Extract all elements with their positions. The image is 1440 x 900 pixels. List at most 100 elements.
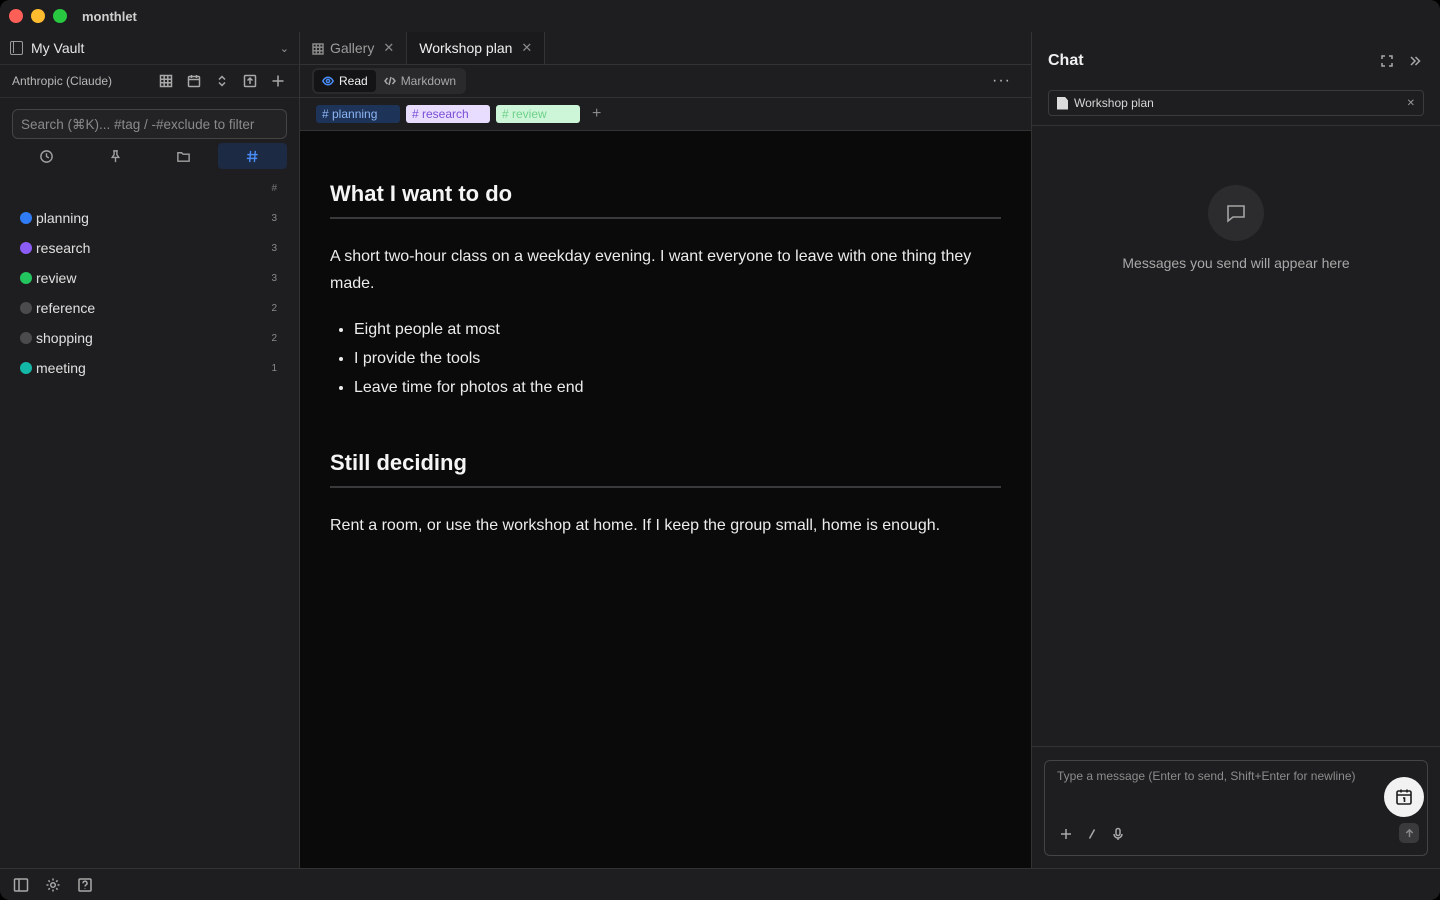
- vault-selector[interactable]: My Vault ⌄: [0, 32, 299, 64]
- minimize-window-button[interactable]: [31, 9, 45, 23]
- window-controls: [9, 9, 67, 23]
- sort-icon[interactable]: [213, 72, 231, 90]
- paragraph-intro: A short two-hour class on a weekday even…: [330, 248, 972, 292]
- tag-item-research[interactable]: research 3: [0, 233, 299, 263]
- tag-name: planning: [36, 210, 89, 226]
- document-body: What I want to do A short two-hour class…: [300, 131, 1031, 539]
- tag-count: 1: [271, 362, 277, 374]
- pin-icon: [110, 149, 120, 162]
- tab-recent[interactable]: [12, 143, 81, 169]
- empty-state-text: Messages you send will appear here: [1122, 255, 1350, 271]
- code-icon: [383, 76, 396, 86]
- heading-what-i-want: What I want to do: [330, 181, 1001, 219]
- close-window-button[interactable]: [9, 9, 23, 23]
- file-icon: [1057, 96, 1068, 110]
- tag-count: 2: [271, 302, 277, 314]
- markdown-mode-button[interactable]: Markdown: [376, 70, 464, 92]
- model-selector[interactable]: Anthropic (Claude): [12, 74, 157, 88]
- mode-bar: Read Markdown ···: [300, 65, 1031, 98]
- tag-name: review: [36, 270, 77, 286]
- tag-count: 3: [271, 212, 277, 224]
- more-options-icon[interactable]: ···: [992, 72, 1011, 90]
- tag-color-dot: [20, 332, 32, 344]
- help-icon[interactable]: [76, 876, 94, 894]
- list-item: I provide the tools: [354, 344, 1001, 373]
- zoom-window-button[interactable]: [53, 9, 67, 23]
- tab-label: Workshop plan: [419, 40, 513, 56]
- tag-color-dot: [20, 212, 32, 224]
- tab-bar: Gallery ✕ Workshop plan ✕: [300, 32, 1031, 65]
- read-mode-button[interactable]: Read: [314, 70, 376, 92]
- tag-color-dot: [20, 362, 32, 374]
- divider: [1032, 125, 1440, 126]
- grid-view-icon[interactable]: [157, 72, 175, 90]
- model-row: Anthropic (Claude): [0, 64, 299, 98]
- tag-name: reference: [36, 300, 96, 316]
- list-item: Eight people at most: [354, 315, 1001, 344]
- chat-empty-state: Messages you send will appear here: [1032, 185, 1440, 271]
- vault-name: My Vault: [31, 40, 85, 56]
- chevron-down-icon: ⌄: [279, 42, 289, 55]
- search-box: [12, 109, 287, 139]
- notebook-icon: [10, 41, 23, 55]
- tag-name: shopping: [36, 330, 93, 346]
- view-mode-toggle: Read Markdown: [312, 68, 467, 94]
- tag-item-meeting[interactable]: meeting 1: [0, 353, 299, 383]
- search-input[interactable]: [21, 116, 278, 132]
- composer-tools: [1057, 825, 1127, 843]
- tag-count: 3: [271, 272, 277, 284]
- close-icon[interactable]: ✕: [383, 40, 394, 56]
- grid-icon: [312, 42, 324, 55]
- expand-icon[interactable]: [1378, 52, 1396, 70]
- paragraph-venue: Rent a room, or use the workshop at home…: [330, 517, 941, 534]
- tab-label: Gallery: [330, 40, 375, 56]
- tab-gallery[interactable]: Gallery ✕: [300, 32, 408, 64]
- app-window: monthlet My Vault ⌄ Anthropic (Claude) S…: [0, 0, 1440, 900]
- tab-tags[interactable]: [218, 143, 287, 169]
- chat-panel: Chat Workshop plan ✕ Messages you send w…: [1032, 32, 1440, 868]
- add-tag-icon[interactable]: +: [592, 105, 601, 123]
- import-icon[interactable]: [241, 72, 259, 90]
- calendar-icon: [1396, 789, 1412, 805]
- calendar-icon[interactable]: [185, 72, 203, 90]
- calendar-fab-button[interactable]: [1384, 777, 1424, 817]
- tab-pinned[interactable]: [81, 143, 150, 169]
- heading-still-deciding: Still deciding: [330, 450, 1001, 488]
- message-icon: [1208, 185, 1264, 241]
- tag-item-planning[interactable]: planning 3: [0, 203, 299, 233]
- tab-workshop-plan[interactable]: Workshop plan ✕: [407, 32, 546, 64]
- editor-pane: Gallery ✕ Workshop plan ✕ Read Markdown …: [300, 32, 1032, 868]
- microphone-icon[interactable]: [1109, 825, 1127, 843]
- tag-count: 3: [271, 242, 277, 254]
- attach-plus-icon[interactable]: [1057, 825, 1075, 843]
- status-bar: [0, 868, 1440, 900]
- tag-item-review[interactable]: review 3: [0, 263, 299, 293]
- title-bar: monthlet: [0, 0, 1440, 32]
- tab-folders[interactable]: [150, 143, 219, 169]
- message-input[interactable]: [1057, 769, 1387, 809]
- tag-chip-review[interactable]: # review: [496, 105, 580, 123]
- tag-color-dot: [20, 272, 32, 284]
- close-icon[interactable]: ✕: [521, 40, 532, 56]
- sidebar-view-tabs: [12, 143, 287, 169]
- context-file-name: Workshop plan: [1074, 96, 1154, 110]
- send-button[interactable]: [1399, 823, 1419, 843]
- sidebar: My Vault ⌄ Anthropic (Claude) Search (⌘K…: [0, 32, 300, 868]
- tag-chip-research[interactable]: # research: [406, 105, 490, 123]
- composer-area: [1032, 746, 1440, 868]
- tag-item-reference[interactable]: reference 2: [0, 293, 299, 323]
- slash-command-icon[interactable]: [1083, 825, 1101, 843]
- toggle-sidebar-icon[interactable]: [12, 876, 30, 894]
- chat-header: Chat: [1032, 32, 1440, 90]
- list-item: Leave time for photos at the end: [354, 373, 1001, 402]
- arrow-up-icon: [1405, 828, 1413, 837]
- collapse-panel-icon[interactable]: [1406, 52, 1424, 70]
- markdown-mode-label: Markdown: [400, 74, 457, 88]
- tag-chip-planning[interactable]: # planning: [316, 105, 400, 123]
- new-note-icon[interactable]: [269, 72, 287, 90]
- eye-icon: [322, 76, 334, 86]
- settings-gear-icon[interactable]: [44, 876, 62, 894]
- tag-color-dot: [20, 302, 32, 314]
- remove-context-icon[interactable]: ✕: [1407, 98, 1415, 109]
- tag-item-shopping[interactable]: shopping 2: [0, 323, 299, 353]
